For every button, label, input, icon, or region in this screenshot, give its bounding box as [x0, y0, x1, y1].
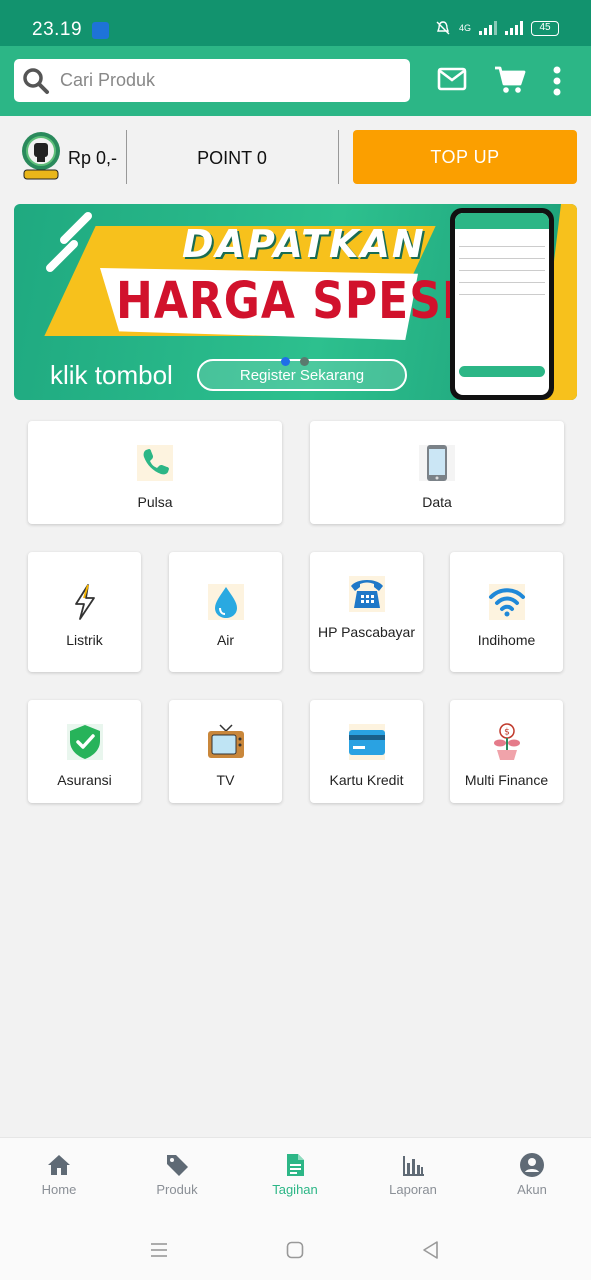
lightning-icon	[74, 584, 95, 620]
cart-icon[interactable]	[494, 65, 526, 95]
carousel-dot[interactable]	[300, 357, 309, 366]
search-icon	[23, 67, 49, 94]
shield-check-icon	[66, 724, 103, 760]
nav-tagihan[interactable]: Tagihan	[245, 1152, 345, 1197]
service-label: Multi Finance	[464, 772, 549, 788]
wifi-icon	[488, 584, 525, 620]
phone-mockup-field	[459, 258, 545, 259]
balance-amount: Rp 0,-	[68, 148, 118, 168]
top-up-button[interactable]: TOP UP	[353, 130, 577, 184]
service-label: Listrik	[66, 632, 103, 648]
service-tv[interactable]: TV	[169, 700, 282, 803]
money-plant-icon: $	[493, 723, 520, 760]
promo-banner[interactable]: DAPATKAN HARGA SPESIAL klik tombol Regis…	[14, 204, 577, 400]
nav-label: Akun	[517, 1182, 547, 1197]
service-label: Asuransi	[57, 772, 112, 788]
phone-icon	[137, 445, 173, 481]
telephone-icon	[348, 576, 385, 612]
status-bar: 23.19 4G 45	[0, 0, 591, 46]
service-hp-pascabayar[interactable]: HP Pascabayar	[310, 552, 423, 672]
service-multi-finance[interactable]: $ Multi Finance	[450, 700, 563, 803]
status-time: 23.19	[32, 19, 83, 40]
recent-apps-icon[interactable]	[149, 1242, 169, 1258]
service-label: Indihome	[477, 632, 536, 648]
notification-app-icon	[92, 22, 109, 39]
divider	[338, 130, 339, 184]
service-label: Kartu Kredit	[329, 772, 404, 788]
signal-icon	[479, 21, 497, 35]
nav-label: Tagihan	[272, 1182, 318, 1197]
service-indihome[interactable]: Indihome	[450, 552, 563, 672]
nav-produk[interactable]: Produk	[127, 1152, 227, 1197]
phone-mockup-field	[459, 246, 545, 247]
account-icon	[520, 1153, 544, 1177]
nav-label: Produk	[156, 1182, 198, 1197]
nav-label: Laporan	[389, 1182, 437, 1197]
back-icon[interactable]	[421, 1240, 439, 1260]
service-label: Air	[216, 632, 235, 648]
tag-icon	[167, 1155, 188, 1176]
phone-mockup	[450, 208, 554, 400]
smartphone-icon	[419, 445, 455, 481]
signal-icon-2	[505, 21, 523, 35]
phone-mockup-header	[455, 213, 549, 229]
search-input[interactable]	[60, 70, 380, 91]
banner-headline: DAPATKAN	[182, 222, 426, 266]
service-kartu-kredit[interactable]: Kartu Kredit	[310, 700, 423, 803]
nav-akun[interactable]: Akun	[482, 1152, 582, 1197]
service-pulsa[interactable]: Pulsa	[28, 421, 282, 524]
battery-indicator: 45	[531, 20, 559, 36]
phone-mockup-button	[459, 366, 545, 377]
brand-logo	[22, 132, 60, 180]
bottom-navigation: Home Produk Tagihan Laporan Akun	[0, 1137, 591, 1213]
phone-mockup-title	[455, 229, 549, 235]
service-label: Data	[422, 494, 452, 510]
more-vert-icon[interactable]	[552, 66, 562, 96]
service-label: HP Pascabayar	[317, 624, 415, 640]
carousel-dot-active[interactable]	[281, 357, 290, 366]
system-navigation-bar	[0, 1213, 591, 1280]
search-box[interactable]	[14, 59, 410, 102]
document-icon	[287, 1154, 304, 1176]
service-air[interactable]: Air	[169, 552, 282, 672]
service-asuransi[interactable]: Asuransi	[28, 700, 141, 803]
nav-laporan[interactable]: Laporan	[363, 1152, 463, 1197]
phone-mockup-field	[459, 270, 545, 271]
carousel-indicator	[281, 357, 309, 366]
nav-home[interactable]: Home	[9, 1152, 109, 1197]
phone-mockup-field	[459, 282, 545, 283]
home-button-icon[interactable]	[286, 1241, 304, 1259]
credit-card-icon	[348, 724, 385, 760]
nav-label: Home	[41, 1182, 77, 1197]
tv-icon	[207, 724, 244, 758]
status-indicators: 4G 45	[435, 20, 559, 36]
service-label: Pulsa	[137, 494, 173, 510]
phone-mockup-field	[459, 294, 545, 295]
point-balance: POINT 0	[197, 148, 267, 168]
app-bar	[0, 46, 591, 116]
service-data[interactable]: Data	[310, 421, 564, 524]
balance-row: Rp 0,- POINT 0 TOP UP	[0, 116, 591, 200]
service-listrik[interactable]: Listrik	[28, 552, 141, 672]
network-type: 4G	[458, 23, 471, 33]
svg-text:$: $	[504, 728, 510, 738]
service-label: TV	[216, 772, 235, 788]
home-icon	[48, 1155, 70, 1175]
phone-mockup-screen	[455, 213, 549, 395]
mail-icon[interactable]	[437, 66, 467, 92]
bar-chart-icon	[403, 1156, 424, 1176]
mute-icon	[436, 21, 450, 35]
water-drop-icon	[207, 584, 244, 620]
banner-caption: klik tombol	[50, 360, 173, 390]
